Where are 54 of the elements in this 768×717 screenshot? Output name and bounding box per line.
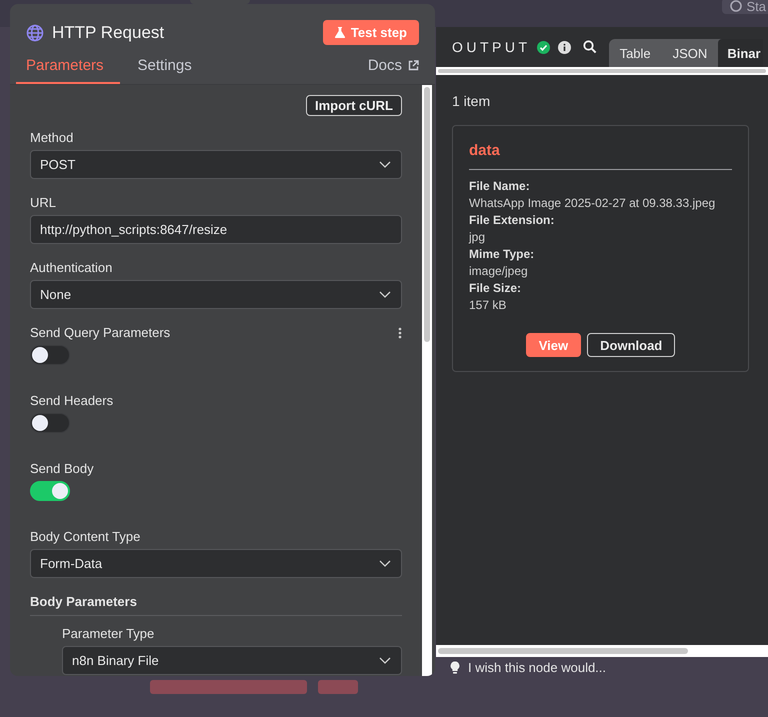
field-label: File Extension:: [469, 212, 556, 229]
toggle-switch[interactable]: [30, 481, 70, 501]
select-field[interactable]: None: [30, 280, 402, 309]
scrollbar[interactable]: [422, 85, 432, 676]
external-link-icon: [408, 60, 419, 71]
docs-link[interactable]: Docs: [368, 57, 419, 84]
info-icon: [558, 40, 571, 54]
canvas-node: [318, 680, 358, 694]
chevron-down-icon: [379, 656, 391, 664]
toggle-switch[interactable]: [30, 345, 70, 365]
import-curl-button[interactable]: Import cURL: [306, 95, 402, 116]
output-title: OUTPUT: [452, 39, 531, 55]
field-label: Send Body: [30, 461, 94, 476]
chevron-down-icon: [379, 160, 391, 168]
field-value: image/jpeg: [469, 263, 529, 280]
panel-tab[interactable]: Settings: [128, 53, 208, 84]
section-heading: Body Parameters: [30, 594, 402, 616]
field-label: URL: [30, 195, 56, 210]
select-field[interactable]: Form-Data: [30, 549, 402, 578]
item-count: 1 item: [452, 93, 492, 109]
input-field[interactable]: http://python_scripts:8647/resize: [30, 215, 402, 244]
field-label: File Size:: [469, 280, 522, 297]
globe-icon: [26, 24, 44, 42]
github-star-button[interactable]: Sta: [722, 0, 768, 14]
field-label: Send Headers: [30, 393, 114, 408]
field-label: File Name:: [469, 178, 531, 195]
chevron-down-icon: [379, 290, 391, 298]
search-icon[interactable]: [582, 40, 597, 54]
scrollbar[interactable]: [436, 645, 768, 657]
field-label: Method: [30, 130, 74, 145]
field-label: Authentication: [30, 260, 112, 275]
field-label: Send Query Parameters: [30, 325, 170, 340]
flask-icon: [334, 27, 345, 38]
view-tab[interactable]: JSON: [662, 39, 718, 67]
view-tab[interactable]: Binar: [718, 39, 763, 67]
field-label: Parameter Type: [62, 626, 154, 641]
feedback-link[interactable]: I wish this node would...: [468, 660, 606, 675]
success-check-icon: [536, 40, 550, 54]
field-value: WhatsApp Image 2025-02-27 at 09.38.33.jpeg: [469, 195, 716, 212]
card-title: data: [469, 142, 732, 170]
more-options-icon[interactable]: [398, 326, 402, 338]
select-field[interactable]: n8n Binary File: [62, 646, 402, 675]
view-tab[interactable]: Table: [608, 39, 662, 67]
select-field[interactable]: POST: [30, 150, 402, 179]
toggle-switch[interactable]: [30, 413, 70, 433]
lightbulb-icon: [450, 661, 460, 674]
file-action-button[interactable]: Download: [587, 333, 676, 357]
node-title: HTTP Request: [52, 22, 166, 42]
field-label: Mime Type:: [469, 246, 536, 263]
scrollbar[interactable]: [436, 67, 768, 75]
chevron-down-icon: [379, 560, 391, 568]
field-value: 157 kB: [469, 297, 508, 314]
field-value: jpg: [469, 229, 486, 246]
field-label: Body Content Type: [30, 529, 140, 544]
